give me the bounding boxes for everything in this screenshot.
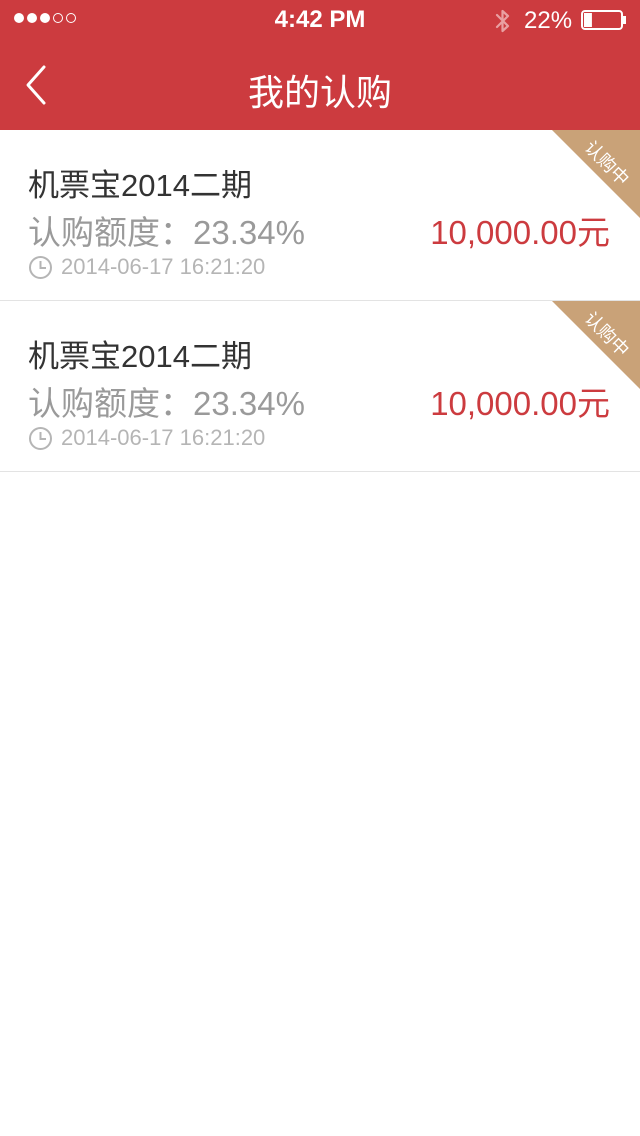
battery-icon bbox=[581, 10, 626, 30]
subscription-time: 2014-06-17 16:21:20 bbox=[61, 254, 266, 279]
subscription-item[interactable]: 机票宝2014二期 认购额度：23.34% 10,000.00元 2014-06… bbox=[0, 130, 640, 301]
subscription-item[interactable]: 机票宝2014二期 认购额度：23.34% 10,000.00元 2014-06… bbox=[0, 301, 640, 472]
header: 4:42 PM 22% 我的认购 bbox=[0, 0, 640, 130]
subscription-quota: 认购额度：23.34% bbox=[28, 385, 305, 422]
battery-percentage: 22% bbox=[524, 7, 573, 34]
product-title: 机票宝2014二期 bbox=[28, 168, 252, 203]
bluetooth-icon bbox=[495, 9, 510, 33]
clock-icon bbox=[29, 255, 52, 279]
page-title: 我的认购 bbox=[247, 72, 392, 113]
status-ribbon: 认购中 bbox=[552, 301, 640, 389]
time-row: 2014-06-17 16:21:20 bbox=[28, 425, 265, 451]
status-bar: 4:42 PM 22% bbox=[0, 0, 640, 40]
status-ribbon: 认购中 bbox=[552, 130, 640, 218]
nav-bar: 我的认购 bbox=[0, 40, 640, 130]
subscription-quota: 认购额度：23.34% bbox=[28, 214, 305, 251]
subscription-list: 机票宝2014二期 认购额度：23.34% 10,000.00元 2014-06… bbox=[0, 130, 640, 472]
product-title: 机票宝2014二期 bbox=[28, 339, 252, 374]
subscription-time: 2014-06-17 16:21:20 bbox=[61, 425, 266, 450]
clock-icon bbox=[29, 426, 52, 450]
time-row: 2014-06-17 16:21:20 bbox=[28, 254, 265, 280]
